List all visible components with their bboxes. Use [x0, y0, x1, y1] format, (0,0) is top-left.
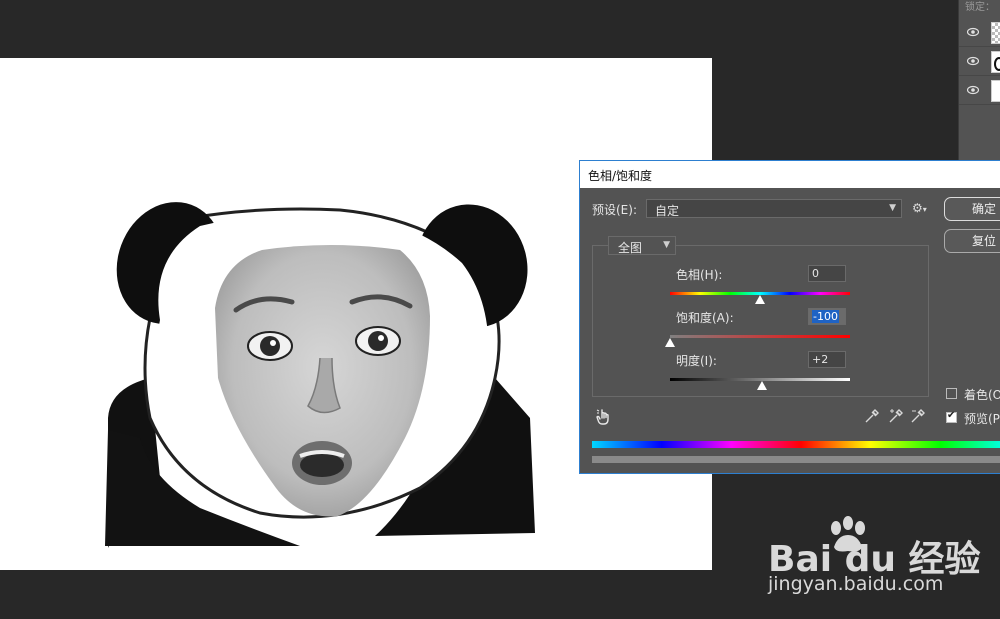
input-color-bar [592, 441, 1000, 448]
lock-label: 锁定： [965, 2, 995, 13]
saturation-label: 饱和度(A): [676, 311, 734, 325]
dialog-titlebar[interactable]: 色相/饱和度 [580, 161, 1000, 188]
saturation-slider-thumb[interactable] [665, 338, 675, 347]
saturation-slider-track[interactable] [670, 335, 850, 338]
channel-value: 全图 [618, 241, 643, 255]
colorize-checkbox[interactable] [946, 388, 957, 399]
layer-row[interactable] [959, 18, 1000, 47]
preset-label: 预设(E): [592, 203, 637, 217]
targeted-adjustment-hand-icon[interactable] [596, 408, 612, 426]
colorize-label: 着色(O [964, 388, 1000, 402]
layer-thumbnail[interactable] [991, 80, 1000, 102]
layers-panel: 锁定： [958, 0, 1000, 160]
eyedropper-icon[interactable] [864, 408, 880, 424]
preview-label: 预览(P [964, 412, 1000, 426]
chevron-down-icon: ▼ [663, 240, 670, 250]
output-color-bar [592, 456, 1000, 463]
eye-icon[interactable] [967, 56, 979, 66]
lightness-input[interactable]: +2 [808, 351, 846, 368]
saturation-value: -100 [812, 310, 839, 323]
layer-row[interactable] [959, 76, 1000, 105]
lightness-slider-thumb[interactable] [756, 381, 767, 390]
eye-icon[interactable] [967, 27, 979, 37]
reset-button[interactable]: 复位 [944, 229, 1000, 253]
channel-dropdown[interactable]: 全图 ▼ [608, 236, 676, 255]
gear-icon[interactable]: ⚙▾ [912, 201, 930, 217]
chevron-down-icon: ▼ [889, 203, 896, 213]
lightness-label: 明度(I): [676, 354, 717, 368]
eyedropper-minus-icon[interactable] [910, 408, 926, 424]
adjustment-group [592, 245, 929, 397]
hue-saturation-dialog: 色相/饱和度 预设(E): 自定 ▼ ⚙▾ 确定 复位 全图 ▼ 色相(H): … [579, 160, 1000, 474]
layer-thumbnail[interactable] [991, 51, 1000, 73]
hue-slider-thumb[interactable] [755, 295, 765, 304]
preset-value: 自定 [655, 204, 680, 218]
hue-label: 色相(H): [676, 268, 723, 282]
preset-dropdown[interactable]: 自定 ▼ [646, 199, 902, 218]
layer-row[interactable] [959, 47, 1000, 76]
saturation-input[interactable]: -100 [808, 308, 846, 325]
preview-checkbox[interactable] [946, 410, 957, 423]
eyedropper-plus-icon[interactable] [888, 408, 904, 424]
hue-input[interactable]: 0 [808, 265, 846, 282]
dialog-title: 色相/饱和度 [588, 169, 653, 183]
ok-button[interactable]: 确定 [944, 197, 1000, 221]
layer-thumbnail[interactable] [991, 22, 1000, 44]
eye-icon[interactable] [967, 85, 979, 95]
watermark-url: jingyan.baidu.com [768, 573, 944, 595]
